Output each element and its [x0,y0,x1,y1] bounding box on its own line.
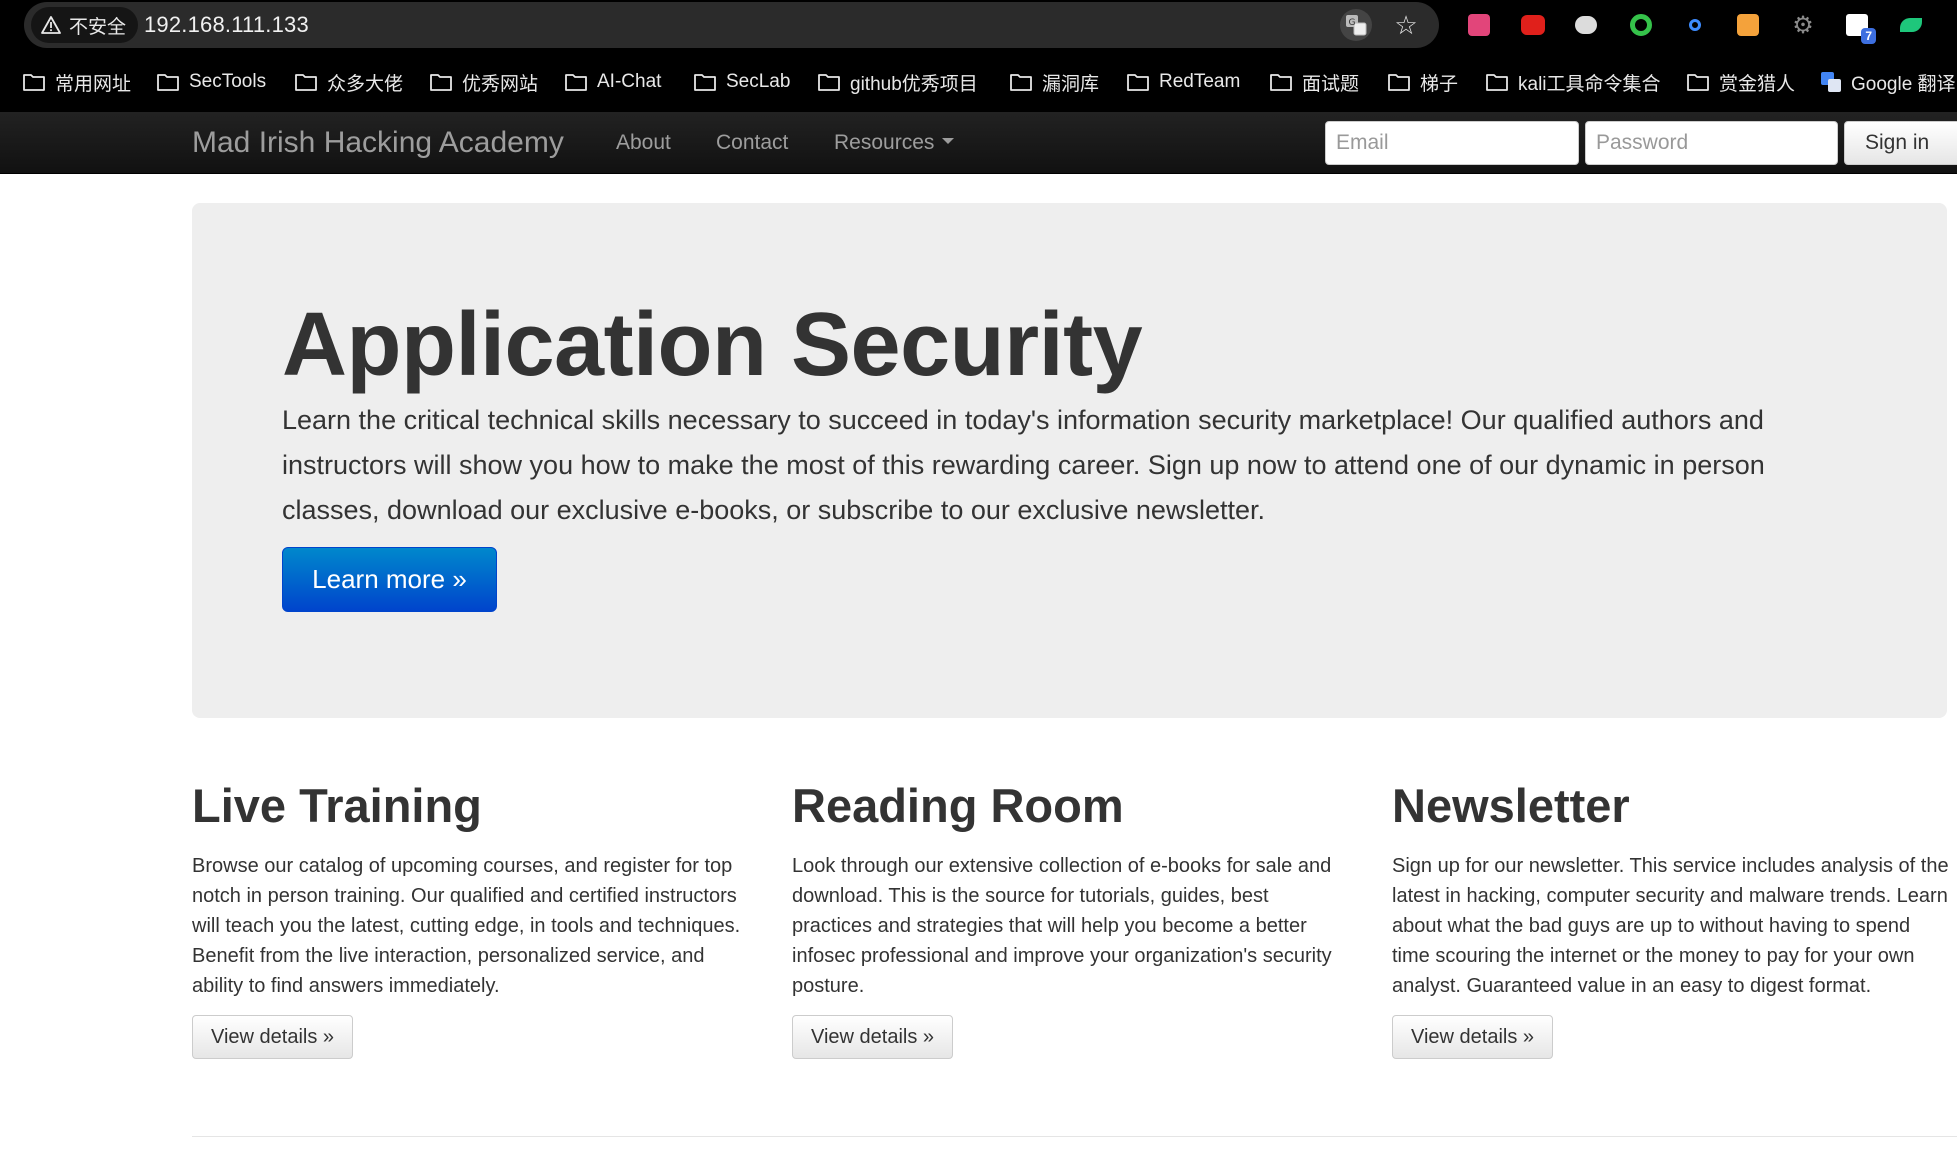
bookmark-star-icon[interactable]: ☆ [1390,9,1422,41]
column-heading: Reading Room [792,779,1124,832]
bookmark-folder[interactable]: 众多大佬 [294,62,403,102]
folder-icon [156,72,180,92]
folder-icon [817,72,841,92]
bookmark-label: github优秀项目 [850,73,978,95]
email-input[interactable] [1325,121,1579,165]
location-pin-extension-icon[interactable] [1680,10,1710,40]
bookmark-folder[interactable]: AI-Chat [564,62,661,102]
bookmark-label: 众多大佬 [327,73,404,95]
bookmark-folder[interactable]: 优秀网站 [429,62,538,102]
newsletter-column: Newsletter Sign up for our newsletter. T… [1392,775,1952,1059]
bookmark-label: kali工具命令集合 [1518,73,1661,95]
bookmark-folder[interactable]: 常用网址 [22,62,131,102]
hero-title: Application Security [282,295,1143,395]
view-details-button[interactable]: View details » [792,1015,954,1059]
bookmarks-bar: 常用网址 SecTools 众多大佬 优秀网站 AI-Chat SecLab g… [0,62,1957,102]
folder-icon [1126,72,1150,92]
folder-icon [294,72,318,92]
reading-room-column: Reading Room Look through our extensive … [792,775,1352,1059]
bookmark-label: 赏金猎人 [1719,73,1796,95]
site-navbar: Mad Irish Hacking Academy About Contact … [0,112,1957,174]
bookmark-folder[interactable]: github优秀项目 [817,62,978,102]
folder-icon [1269,72,1293,92]
nav-link-contact[interactable]: Contact [716,112,788,174]
bookmark-label: 常用网址 [55,73,132,95]
bookmark-folder[interactable]: SecTools [156,62,266,102]
bookmark-folder[interactable]: 赏金猎人 [1686,62,1795,102]
bookmark-label: SecTools [189,71,267,92]
bookmark-folder[interactable]: 梯子 [1387,62,1458,102]
folder-icon [1009,72,1033,92]
gear-extension-icon[interactable]: ⚙ [1788,10,1818,40]
leaf-extension-icon[interactable] [1896,10,1926,40]
view-details-button[interactable]: View details » [192,1015,354,1059]
bookmark-label: 漏洞库 [1042,73,1100,95]
extension-badge: 7 [1861,28,1876,44]
security-indicator[interactable]: 不安全 [31,7,139,43]
nav-dropdown-resources[interactable]: Resources [834,112,955,174]
caret-down-icon [942,138,955,145]
nav-link-about[interactable]: About [616,112,671,174]
google-translate-icon [1820,71,1842,93]
bookmark-label: 梯子 [1420,73,1459,95]
sign-in-button[interactable]: Sign in [1844,121,1957,165]
pinyin-extension-icon[interactable] [1464,10,1494,40]
red-extension-icon[interactable] [1518,10,1548,40]
bookmark-folder[interactable]: SecLab [693,62,790,102]
live-training-column: Live Training Browse our catalog of upco… [192,775,752,1059]
view-details-button[interactable]: View details » [1392,1015,1554,1059]
bookmark-label: 面试题 [1302,73,1360,95]
folder-icon [429,72,453,92]
green-ring-extension-icon[interactable] [1626,10,1656,40]
bookmark-folder[interactable]: 面试题 [1269,62,1359,102]
security-label: 不安全 [69,16,127,38]
column-text: Browse our catalog of upcoming courses, … [192,855,741,997]
bookmark-label: RedTeam [1159,71,1241,92]
bookmark-folder[interactable]: 漏洞库 [1009,62,1099,102]
site-brand[interactable]: Mad Irish Hacking Academy [192,112,564,174]
bookmark-label: Google 翻译 [1851,73,1956,95]
folder-icon [693,72,717,92]
hero-unit: Application Security Learn the critical … [192,203,1947,718]
column-heading: Live Training [192,779,482,832]
qr-extension-icon[interactable]: 7 [1842,10,1876,44]
divider [192,1136,1957,1137]
folder-icon [564,72,588,92]
bookmark-folder[interactable]: kali工具命令集合 [1485,62,1661,102]
address-bar[interactable]: 不安全 192.168.111.133 G ☆ [24,2,1439,48]
column-heading: Newsletter [1392,779,1630,832]
folder-icon [1485,72,1509,92]
folder-icon [1387,72,1411,92]
bookmark-google-translate[interactable]: Google 翻译 [1820,62,1956,102]
column-text: Sign up for our newsletter. This service… [1392,855,1949,997]
bookmark-label: SecLab [726,71,791,92]
column-text: Look through our extensive collection of… [792,855,1332,997]
warning-icon [41,16,61,34]
password-input[interactable] [1585,121,1838,165]
cloud-extension-icon[interactable] [1571,10,1601,40]
browser-chrome: 不安全 192.168.111.133 G ☆ ⚙ 7 常用网址 SecTool… [0,0,1957,112]
bookmark-folder[interactable]: RedTeam [1126,62,1240,102]
url-text[interactable]: 192.168.111.133 [144,2,309,48]
orange-extension-icon[interactable] [1733,10,1763,40]
folder-icon [1686,72,1710,92]
translate-icon[interactable]: G [1340,9,1372,41]
bookmark-label: AI-Chat [597,71,662,92]
folder-icon [22,72,46,92]
nav-dropdown-label: Resources [834,131,935,154]
hero-text: Learn the critical technical skills nece… [282,405,1765,525]
bookmark-label: 优秀网站 [462,73,539,95]
svg-text:G: G [1349,18,1356,28]
learn-more-button[interactable]: Learn more » [282,547,497,612]
